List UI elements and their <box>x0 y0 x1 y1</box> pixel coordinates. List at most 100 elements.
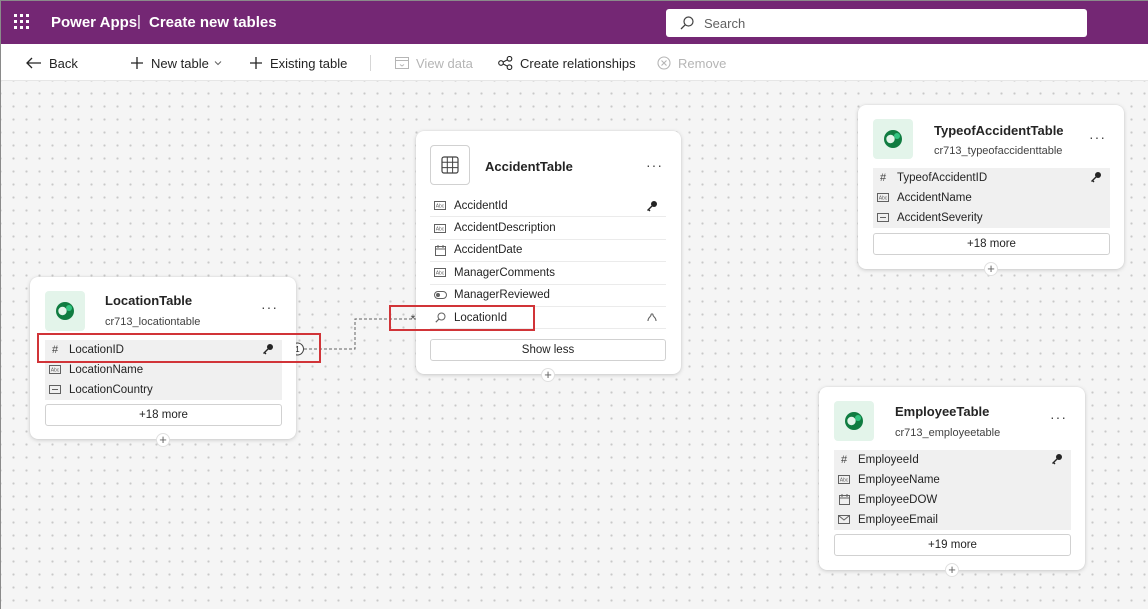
toolbar-divider <box>370 55 371 71</box>
show-more-button[interactable]: +18 more <box>873 233 1110 255</box>
relationship-link-icon <box>647 313 657 321</box>
back-arrow-icon <box>26 57 41 69</box>
relationship-icon <box>498 56 513 70</box>
column-row[interactable]: # LocationID <box>45 340 282 360</box>
app-name[interactable]: Power Apps <box>51 14 137 31</box>
column-row[interactable]: Abc ManagerComments <box>430 262 666 285</box>
column-row[interactable]: # EmployeeId <box>834 450 1071 470</box>
dataverse-table-icon <box>834 401 874 441</box>
table-title: LocationTable <box>105 293 193 308</box>
dataverse-table-icon <box>45 291 85 331</box>
more-options-icon[interactable]: ··· <box>646 157 663 173</box>
toggle-icon <box>430 291 450 300</box>
show-more-button[interactable]: +19 more <box>834 534 1071 556</box>
text-column-icon: Abc <box>834 475 854 485</box>
column-row[interactable]: Abc LocationName <box>45 360 282 380</box>
column-label: LocationCountry <box>69 383 153 396</box>
table-schema-name: cr713_locationtable <box>105 316 201 328</box>
column-row[interactable]: AccidentSeverity <box>873 208 1110 228</box>
app-launcher-icon[interactable] <box>14 14 30 30</box>
column-label: LocationID <box>69 343 124 356</box>
text-column-icon: Abc <box>430 201 450 211</box>
column-label: AccidentId <box>454 199 508 212</box>
svg-text:Abc: Abc <box>51 368 60 374</box>
show-more-button[interactable]: +18 more <box>45 404 282 426</box>
view-data-label: View data <box>416 55 473 71</box>
search-input[interactable] <box>704 13 1074 33</box>
new-table-button[interactable]: New table <box>130 53 223 73</box>
column-row[interactable]: Abc AccidentDescription <box>430 217 666 240</box>
add-relationship-button[interactable]: + <box>541 368 555 382</box>
primary-key-icon <box>647 201 657 212</box>
column-label: AccidentDate <box>454 244 523 257</box>
table-grid-icon <box>430 145 470 185</box>
column-row[interactable]: EmployeeEmail <box>834 510 1071 530</box>
column-row[interactable]: # TypeofAccidentID <box>873 168 1110 188</box>
column-row[interactable]: LocationId <box>430 306 666 330</box>
search-box[interactable] <box>666 9 1087 37</box>
add-relationship-button[interactable]: + <box>984 262 998 276</box>
column-row[interactable]: EmployeeDOW <box>834 490 1071 510</box>
table-title: AccidentTable <box>485 159 573 174</box>
more-options-icon[interactable]: ··· <box>1050 409 1067 425</box>
create-relationships-label: Create relationships <box>520 55 636 71</box>
employee-table-card[interactable]: EmployeeTable cr713_employeetable ··· # … <box>819 387 1085 570</box>
location-table-card[interactable]: LocationTable cr713_locationtable ··· # … <box>30 277 296 439</box>
back-button[interactable]: Back <box>26 53 78 73</box>
column-row[interactable]: Abc EmployeeName <box>834 470 1071 490</box>
choice-column-icon <box>873 213 893 223</box>
number-icon: # <box>879 171 887 184</box>
accident-table-card[interactable]: AccidentTable ··· Abc AccidentId Abc Acc… <box>416 131 681 374</box>
dataverse-table-icon <box>873 119 913 159</box>
more-options-icon[interactable]: ··· <box>261 299 278 315</box>
more-options-icon[interactable]: ··· <box>1089 129 1106 145</box>
column-label: ManagerComments <box>454 266 555 279</box>
column-row[interactable]: AccidentDate <box>430 239 666 263</box>
primary-key-icon <box>1091 172 1101 183</box>
table-schema-name: cr713_typeofaccidenttable <box>934 145 1063 157</box>
remove-button[interactable]: Remove <box>657 53 726 73</box>
top-bar: Power Apps | Create new tables <box>1 1 1148 44</box>
svg-text:Abc: Abc <box>879 196 888 202</box>
column-label: TypeofAccidentID <box>897 171 988 184</box>
svg-text:Abc: Abc <box>436 271 445 277</box>
page-title: Create new tables <box>149 14 277 31</box>
add-relationship-button[interactable]: + <box>945 563 959 577</box>
lookup-icon <box>430 312 450 323</box>
table-title: EmployeeTable <box>895 404 990 419</box>
column-label: AccidentDescription <box>454 222 556 235</box>
diagram-canvas[interactable]: 1 * LocationTable cr713_locationtable ··… <box>1 81 1148 609</box>
back-label: Back <box>49 55 78 71</box>
column-row[interactable]: ManagerReviewed <box>430 284 666 307</box>
column-row[interactable]: Abc AccidentName <box>873 188 1110 208</box>
show-less-button[interactable]: Show less <box>430 339 666 361</box>
number-icon: # <box>840 453 848 466</box>
remove-label: Remove <box>678 55 727 71</box>
column-label: AccidentSeverity <box>897 211 983 224</box>
column-label: EmployeeEmail <box>858 513 938 526</box>
create-relationships-button[interactable]: Create relationships <box>498 53 636 73</box>
search-icon <box>680 16 694 30</box>
column-label: LocationId <box>454 311 508 324</box>
svg-text:Abc: Abc <box>436 226 445 232</box>
column-label: LocationName <box>69 363 144 376</box>
svg-text:Abc: Abc <box>436 204 445 210</box>
existing-table-button[interactable]: Existing table <box>249 53 347 73</box>
primary-key-icon <box>263 344 273 355</box>
column-row[interactable]: LocationCountry <box>45 380 282 400</box>
view-data-button[interactable]: View data <box>395 53 473 73</box>
add-relationship-button[interactable]: + <box>156 433 170 447</box>
text-column-icon: Abc <box>873 193 893 203</box>
view-data-icon <box>395 57 409 69</box>
command-bar: Back New table Existing table View data <box>1 44 1148 81</box>
number-icon: # <box>51 343 59 356</box>
existing-table-label: Existing table <box>270 55 348 71</box>
type-of-accident-table-card[interactable]: TypeofAccidentTable cr713_typeofaccident… <box>858 105 1124 269</box>
plus-icon <box>131 57 143 69</box>
column-label: ManagerReviewed <box>454 289 550 302</box>
choice-column-icon <box>45 385 65 395</box>
column-row[interactable]: Abc AccidentId <box>430 195 666 218</box>
svg-text:Abc: Abc <box>840 478 849 484</box>
text-column-icon: Abc <box>430 268 450 278</box>
email-icon <box>834 515 854 525</box>
